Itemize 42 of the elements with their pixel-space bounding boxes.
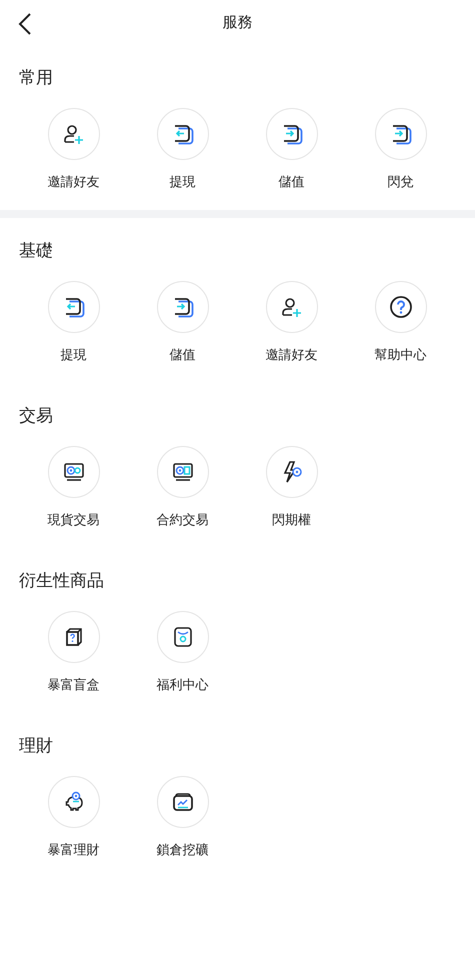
section-title: 常用 [19,68,54,88]
monitor-icon [170,460,194,484]
service-button[interactable] [156,776,208,828]
section-title: 基礎 [19,241,54,261]
page-title: 服務 [222,13,252,32]
service-button[interactable] [374,281,426,333]
service-label[interactable]: 提現 [170,174,196,192]
service-label[interactable]: 福利中心 [156,677,208,695]
service-label[interactable]: 閃兌 [388,174,414,192]
service-button[interactable] [266,281,318,333]
service-label[interactable]: 邀請好友 [266,347,318,365]
help-icon [388,295,412,319]
service-label[interactable]: 鎖倉挖礦 [156,842,208,860]
service-button[interactable] [156,446,208,498]
section-title: 交易 [19,406,54,426]
service-label[interactable]: 提現 [60,347,86,365]
service-button[interactable] [48,108,100,160]
service-label[interactable]: 幫助中心 [374,347,426,365]
back-icon[interactable] [18,13,32,35]
section-title: 理財 [19,736,54,756]
service-button[interactable] [156,108,208,160]
service-label[interactable]: 暴富盲盒 [48,677,100,695]
service-label[interactable]: 閃期權 [272,512,311,530]
person-add-icon [62,122,86,146]
service-button[interactable] [374,108,426,160]
section-title: 衍生性商品 [19,571,105,591]
chart-icon [170,790,194,814]
service-label[interactable]: 儲值 [170,347,196,365]
service-label[interactable]: 暴富理財 [48,842,100,860]
service-button[interactable] [156,281,208,333]
monitor-icon [62,460,86,484]
service-label[interactable]: 合約交易 [156,512,208,530]
service-button[interactable] [266,108,318,160]
service-button[interactable] [48,281,100,333]
service-button[interactable] [266,446,318,498]
service-button[interactable] [156,611,208,663]
service-label[interactable]: 儲值 [278,174,304,192]
service-label[interactable]: 邀請好友 [48,174,100,192]
person-add-icon [280,295,304,319]
service-button[interactable] [48,611,100,663]
service-label[interactable]: 現貨交易 [48,512,100,530]
service-button[interactable] [48,446,100,498]
